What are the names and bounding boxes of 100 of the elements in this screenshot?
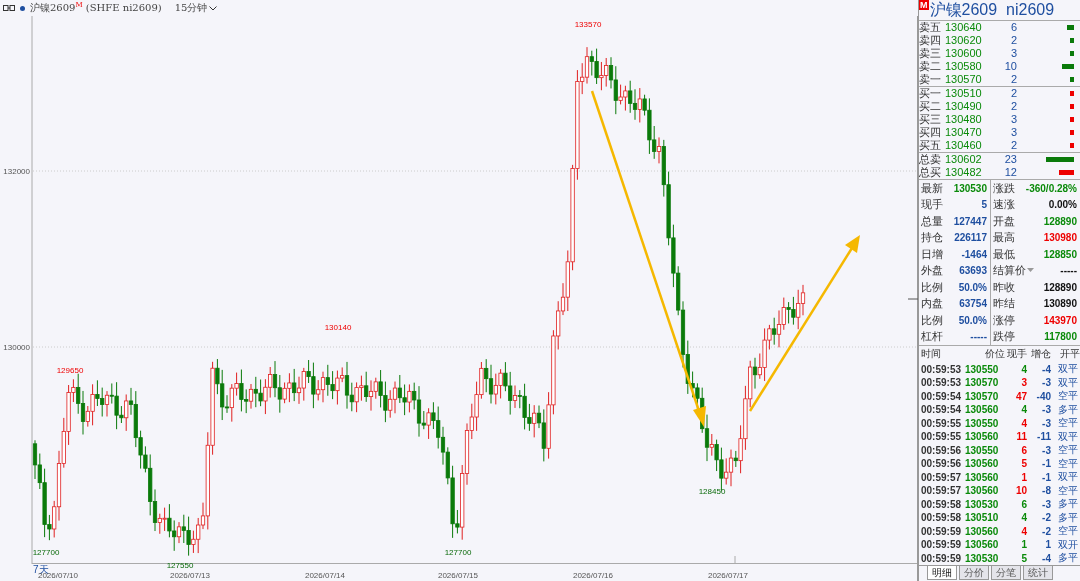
book-price: 130490 — [945, 100, 983, 113]
panel-tab[interactable]: 分价 — [959, 565, 989, 580]
position-change: -3 — [1041, 417, 1051, 429]
trade-volume: 6 — [1020, 498, 1027, 510]
book-label: 卖二 — [919, 60, 942, 73]
trade-time: 00:59:57 — [921, 485, 963, 496]
panel-tab[interactable]: 分笔 — [991, 565, 1021, 580]
price-label: 130140 — [324, 323, 352, 332]
position-change: -1 — [1041, 458, 1051, 469]
trade-type: 空平 — [1057, 456, 1079, 471]
book-label: 卖五 — [919, 21, 942, 34]
stat-label: 涨停 — [993, 312, 1015, 328]
trade-price: 130560 — [965, 471, 1000, 483]
dropdown-icon[interactable] — [1027, 268, 1034, 274]
trade-price: 130560 — [965, 485, 1000, 496]
stat-value: 143970 — [1043, 314, 1077, 326]
trade-price: 130550 — [965, 363, 1000, 375]
trade-volume: 10 — [1014, 485, 1027, 496]
link-icon[interactable] — [3, 5, 15, 11]
volume-bar — [1070, 77, 1074, 82]
trade-price: 130570 — [965, 377, 1000, 388]
price-label: 127550 — [166, 561, 194, 570]
stat-value: -360/0.28% — [1025, 182, 1077, 194]
book-label: 卖三 — [919, 47, 942, 60]
trade-price: 130560 — [965, 539, 1000, 550]
trade-time: 00:59:55 — [921, 431, 963, 442]
stat-label: 外盘 — [921, 263, 943, 279]
date-label: 2026/07/17 — [708, 571, 748, 580]
book-label: 买五 — [919, 139, 942, 152]
stat-label: 昨收 — [993, 279, 1015, 295]
volume-bar — [1070, 143, 1074, 148]
trade-type: 双平 — [1057, 470, 1079, 484]
panel-tab[interactable]: 统计 — [1023, 565, 1053, 580]
trade-volume: 4 — [1020, 417, 1027, 429]
trade-type: 空平 — [1057, 524, 1079, 538]
trade-volume: 5 — [1020, 552, 1027, 564]
book-label: 买一 — [919, 87, 942, 100]
trade-price: 130530 — [965, 498, 1000, 510]
period-selector[interactable]: 15分钟 — [174, 1, 218, 15]
trade-time: 00:59:56 — [921, 444, 963, 456]
book-volume: 2 — [1009, 73, 1017, 86]
position-change: -3 — [1041, 498, 1051, 510]
trade-type: 多平 — [1057, 497, 1079, 511]
column-header: 时间 — [921, 347, 942, 361]
contract-code: ni2609 — [1006, 1, 1055, 19]
trade-volume: 1 — [1020, 539, 1027, 550]
y-axis-label: 130000 — [3, 343, 30, 352]
trade-type: 双开 — [1057, 537, 1079, 552]
position-change: 1 — [1044, 539, 1051, 550]
stat-value: -1464 — [961, 248, 987, 260]
price-label: 133570 — [574, 20, 602, 29]
stat-label: 比例 — [921, 312, 943, 328]
book-volume: 2 — [1009, 34, 1017, 47]
book-price: 130640 — [945, 21, 983, 34]
book-label: 总买 — [919, 166, 942, 179]
stat-value: 50.0% — [958, 314, 987, 326]
stat-label: 昨结 — [993, 296, 1015, 312]
position-change: -3 — [1041, 444, 1051, 456]
trade-time: 00:59:58 — [921, 512, 963, 523]
price-marker — [907, 298, 918, 300]
price-label: 127700 — [32, 548, 60, 557]
position-change: -4 — [1041, 363, 1051, 375]
date-label: 2026/07/16 — [573, 571, 613, 580]
stat-value: 50.0% — [958, 281, 987, 293]
stat-value: 130530 — [953, 182, 987, 194]
book-price: 130600 — [945, 47, 983, 60]
stat-value: 63754 — [959, 298, 987, 310]
position-change: -1 — [1041, 471, 1051, 483]
book-volume: 12 — [1003, 166, 1017, 179]
book-price: 130620 — [945, 34, 983, 47]
trade-time: 00:59:58 — [921, 498, 963, 510]
panel-tab[interactable]: 明细 — [927, 565, 957, 580]
trade-price: 130560 — [965, 458, 1000, 469]
stat-label: 总量 — [921, 213, 943, 229]
book-price: 130570 — [945, 73, 983, 86]
trade-type: 空平 — [1057, 443, 1079, 457]
position-change: -3 — [1041, 377, 1051, 388]
trade-type: 多平 — [1057, 551, 1079, 565]
contract-title: 沪镍2609$^{M}$ (SHFE ni2609) — [30, 0, 162, 16]
trade-price: 130560 — [965, 431, 1000, 442]
stat-value: 128890 — [1043, 215, 1077, 227]
position-change: -40 — [1035, 390, 1051, 402]
column-header: 开平 — [1059, 347, 1080, 361]
trade-price: 130530 — [965, 552, 1000, 564]
stat-label: 内盘 — [921, 296, 943, 312]
stat-value: 226117 — [954, 232, 987, 244]
price-label: 129650 — [56, 366, 84, 375]
trade-volume: 3 — [1020, 377, 1027, 388]
stat-label: 持仓 — [921, 230, 943, 246]
stat-value: 128890 — [1043, 281, 1077, 293]
trade-time: 00:59:53 — [921, 363, 963, 375]
stat-value: 5 — [981, 199, 987, 211]
stat-label: 跌停 — [993, 329, 1015, 345]
trade-price: 130550 — [965, 417, 1000, 429]
stat-label: 现手 — [921, 197, 943, 213]
stat-label: 比例 — [921, 279, 943, 295]
book-label: 总卖 — [919, 153, 942, 166]
trade-type: 多平 — [1057, 510, 1079, 525]
volume-bar — [1059, 170, 1074, 175]
position-change: -2 — [1041, 512, 1051, 523]
